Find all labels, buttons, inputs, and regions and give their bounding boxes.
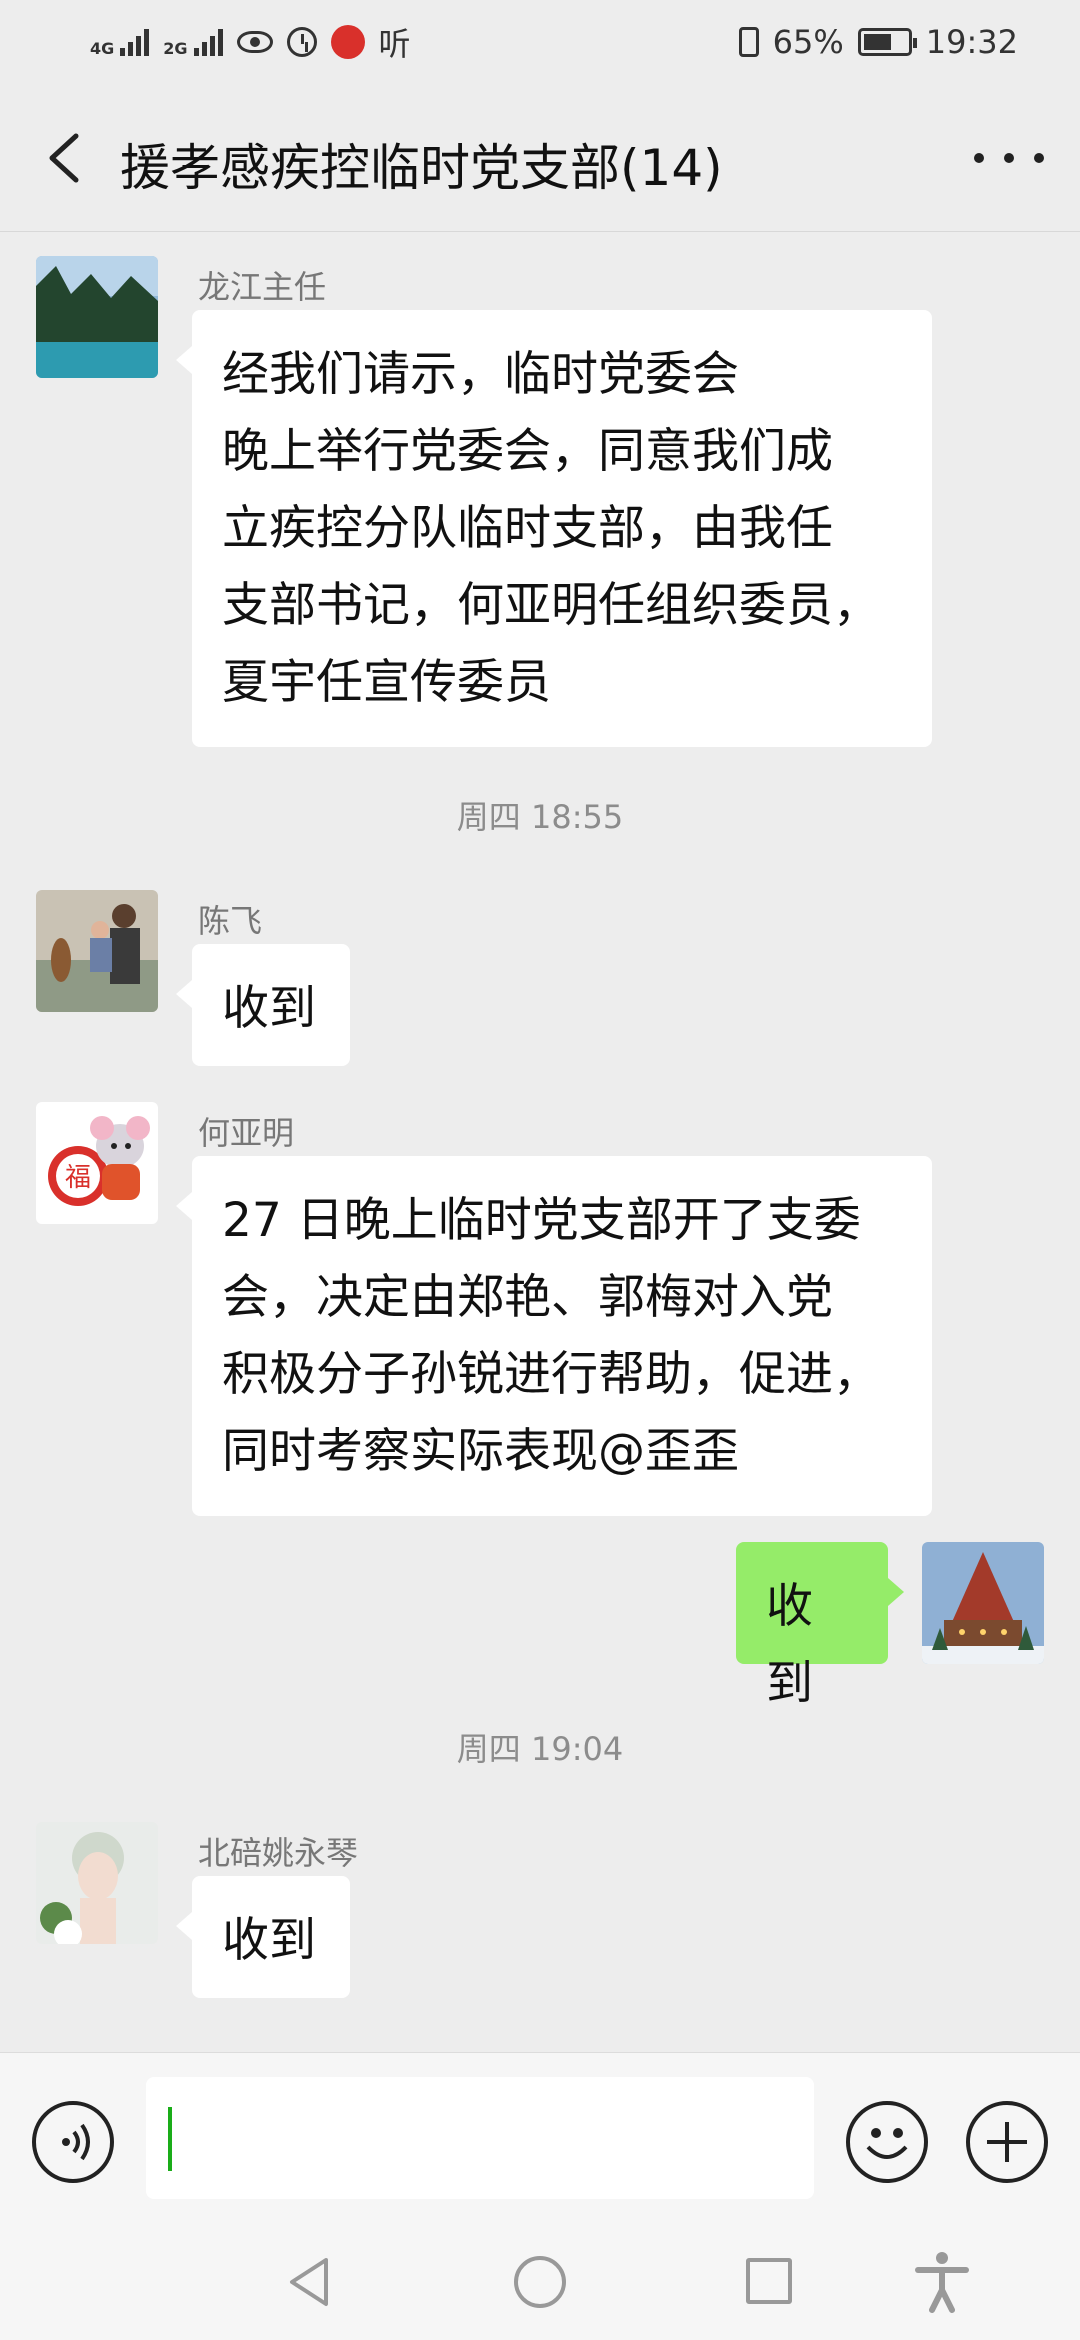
avatar[interactable]: 福 (36, 1102, 158, 1224)
back-arrow-icon[interactable] (40, 130, 90, 186)
message-line: 会，决定由郑艳、郭梅对入党 (222, 1270, 833, 1325)
battery-percent: 65% (772, 23, 844, 61)
signal-icon-1 (120, 28, 150, 56)
eye-icon (236, 31, 273, 53)
avatar[interactable] (36, 1822, 158, 1944)
more-dots-icon[interactable] (974, 138, 1044, 178)
self-avatar[interactable] (922, 1542, 1044, 1664)
status-right: 65% 19:32 (738, 23, 1018, 61)
network-label-2: 2G (163, 39, 188, 58)
message-text: 收到 (222, 1913, 316, 1968)
nav-recents-icon[interactable] (746, 2258, 792, 2304)
text-cursor (168, 2107, 172, 2171)
nav-home-icon[interactable] (514, 2256, 566, 2308)
clock: 19:32 (925, 23, 1018, 61)
voice-icon[interactable] (32, 2101, 114, 2183)
accessibility-icon[interactable] (912, 2250, 972, 2314)
battery-icon (857, 28, 917, 56)
chat-header: 援孝感疾控临时党支部(14) (0, 84, 1080, 232)
alarm-icon (286, 27, 317, 57)
message-bubble[interactable]: 经我们请示，临时党委会 晚上举行党委会，同意我们成 立疾控分队临时支部，由我任 … (176, 310, 932, 747)
message-bubble[interactable]: 27 日晚上临时党支部开了支委 会，决定由郑艳、郭梅对入党 积极分子孙锐进行帮助… (176, 1156, 932, 1516)
avatar[interactable] (36, 256, 158, 378)
emoji-icon[interactable] (846, 2101, 928, 2183)
message-line: 同时考察实际表现@歪歪 (222, 1424, 739, 1479)
app-notification-label: 听 (378, 25, 411, 63)
self-message-bubble[interactable]: 收到 (736, 1542, 904, 1711)
timestamp: 周四 19:04 (456, 1730, 624, 1768)
status-left: 4G 2G 听 (90, 19, 411, 65)
message-line: 27 日晚上临时党支部开了支委 (222, 1193, 861, 1248)
battery-fill (863, 34, 892, 50)
status-bar: 4G 2G 听 65% 19:32 (0, 0, 1080, 84)
message-line: 夏宇任宣传委员 (222, 655, 551, 710)
app-notification-icon (330, 25, 365, 59)
message-text: 收到 (766, 1579, 813, 1711)
message-line: 积极分子孙锐进行帮助，促进， (222, 1347, 880, 1402)
system-nav-bar (0, 2228, 1080, 2340)
sender-name: 北碚姚永琴 (198, 1834, 359, 1872)
plus-icon[interactable] (966, 2101, 1048, 2183)
vibrate-icon (738, 27, 759, 57)
timestamp: 周四 18:55 (456, 798, 624, 836)
sender-name: 龙江主任 (198, 268, 327, 306)
message-line: 支部书记，何亚明任组织委员， (222, 578, 880, 633)
network-label-1: 4G (90, 39, 115, 58)
input-bar (0, 2052, 1080, 2228)
chat-title: 援孝感疾控临时党支部(14) (120, 139, 723, 197)
message-bubble[interactable]: 收到 (176, 1876, 350, 1998)
sender-name: 何亚明 (198, 1114, 295, 1152)
message-text: 收到 (222, 981, 316, 1036)
message-bubble[interactable]: 收到 (176, 944, 350, 1066)
svg-text:福: 福 (65, 1163, 91, 1193)
message-input[interactable] (146, 2077, 814, 2199)
sender-name: 陈飞 (198, 902, 263, 940)
message-line: 晚上举行党委会，同意我们成 (222, 424, 833, 479)
message-line: 立疾控分队临时支部，由我任 (222, 501, 833, 556)
signal-icon-2 (193, 28, 223, 56)
avatar[interactable] (36, 890, 158, 1012)
nav-back-icon[interactable] (282, 2254, 338, 2310)
message-line: 经我们请示，临时党委会 (222, 347, 739, 402)
